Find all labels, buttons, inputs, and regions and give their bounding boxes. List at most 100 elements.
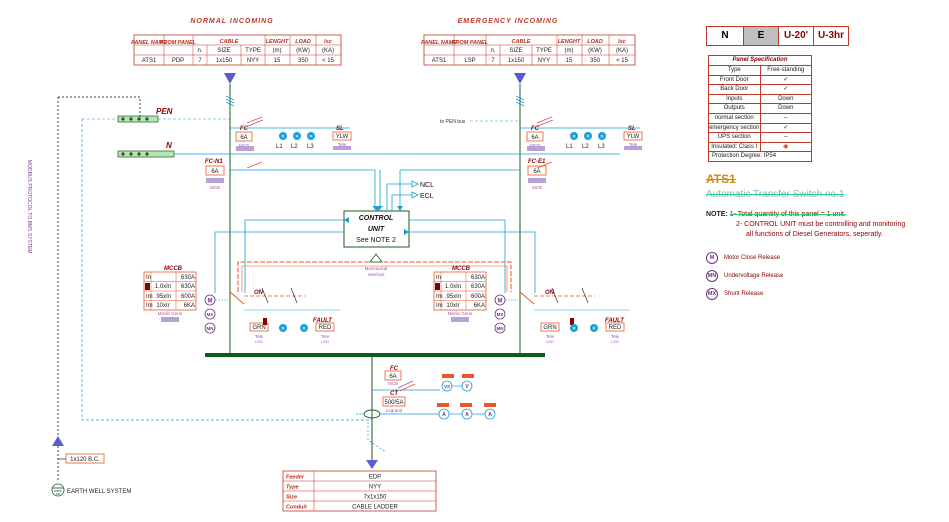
sub-size: SIZE — [217, 48, 230, 54]
earth-well-label: EARTH WELL SYSTEM — [67, 489, 131, 495]
panel-spec-key: Front Door — [719, 76, 749, 83]
note-2b: all functions of Diesel Generators, sepe… — [746, 231, 883, 238]
mccb-r-r0-v: 630A — [471, 275, 485, 281]
out-v2: 7x1x150 — [364, 495, 387, 501]
normal-panel-name: ATS1 — [142, 58, 157, 64]
panel-spec-value: Down — [759, 94, 812, 104]
panel-spec-key: normal section — [714, 114, 754, 121]
normal-length: 15 — [274, 58, 281, 64]
out-k2: Size — [286, 495, 297, 501]
main-busbar — [205, 353, 545, 357]
ats-title: ATS1 — [706, 172, 736, 186]
meter-a1: A — [442, 412, 446, 418]
fc-left-rating: 6A — [240, 135, 247, 141]
e-hdr-isc: Isc — [618, 39, 626, 45]
fce1-sub: MCB — [532, 185, 542, 190]
right-sym-m: M — [498, 299, 503, 305]
normal-isc: < 15 — [322, 58, 335, 64]
note-2: 2- CONTROL UNIT must be controlling and … — [736, 221, 906, 228]
mccb-right: MCCB In 630A Ir 1.0xIn 630A Im .95xIn 60… — [433, 266, 487, 322]
symbol-legend-icon: MX — [706, 288, 718, 300]
lamp-r1: ✕ L1 — [566, 132, 578, 150]
sl-right-value: YLW — [627, 134, 640, 140]
e-hdr-length: LENGHT — [558, 39, 581, 45]
left-on-name: ON — [254, 290, 264, 296]
lamp-r1-label: L1 — [566, 144, 573, 150]
hdr-isc: Isc — [324, 39, 332, 45]
mccb-r-r1-k: Ir — [436, 284, 440, 290]
ct-ratio: 500/5A — [384, 400, 403, 406]
mccb-r-r1-m: 1.0xIn — [445, 284, 461, 290]
control-unit-line2: UNIT — [368, 226, 385, 233]
pen-bar: PEN to PEN bus — [82, 107, 520, 125]
panel-spec-row: Outputs Down — [709, 103, 811, 113]
e-sub-ka: (KA) — [616, 48, 628, 54]
panel-spec-row: Protection Degree: IP54 — [709, 151, 811, 161]
lamp-r2: ✕ L2 — [582, 132, 592, 150]
e-sub-kw: (KW) — [588, 48, 602, 54]
mccb-r-r3-k: Im — [436, 303, 443, 309]
symbol-legend-text: Shunt Release — [724, 291, 764, 297]
emergency-load: 350 — [590, 58, 601, 64]
panel-spec-value: – — [759, 113, 812, 123]
left-sym-mx: MX — [207, 312, 214, 317]
bc-label: 1x120 B.C. — [70, 457, 100, 463]
emergency-size: 1x150 — [508, 58, 525, 64]
incoming-arrow-icon — [224, 73, 236, 84]
ct-name: CT — [390, 391, 399, 397]
control-unit-note: See NOTE 2 — [356, 237, 396, 244]
sub-ka: (KA) — [322, 48, 334, 54]
svg-text:✕: ✕ — [592, 326, 596, 332]
mccb-r-r3-m: 10xIr — [446, 303, 459, 309]
mccb-l-r2-v: 600A — [181, 294, 195, 300]
left-sym-m: M — [208, 299, 213, 305]
pen-label: PEN — [156, 107, 173, 116]
interlock-line1: Mechanical — [365, 266, 388, 271]
mccb-l-r3-v: 6KA — [184, 303, 195, 309]
fc-left-branch: FC 6A MCB ✕ L1 ✕ L2 ✕ L3 SL YLW Tele — [230, 116, 352, 150]
out-k3: Conduit — [286, 505, 308, 511]
out-v0: EDP — [369, 475, 381, 481]
modbus-label: MODBUS PROTOCOL TO BMS SYSTEM — [26, 160, 32, 253]
mccb-r-r2-k: Im — [436, 294, 443, 300]
lamp-r3: ✕ L3 — [598, 132, 606, 150]
panel-spec-value: ✓ — [759, 75, 812, 85]
fc-right-branch: FC 6A MCB ✕ L1 ✕ L2 ✕ L3 SL YLW Tele — [520, 116, 643, 150]
symbol-legend-text: Undervoltage Release — [724, 273, 784, 279]
sub-type: TYPE — [245, 48, 261, 54]
fc-bottom-rating: 6A — [389, 374, 396, 380]
emergency-isc: < 15 — [616, 58, 629, 64]
panel-spec-row: Inputs Down — [709, 93, 812, 104]
lamp-l3-label: L3 — [307, 144, 314, 150]
panel-spec-key: Protection Degree: IP54 — [712, 153, 777, 160]
hdr-from-panel: FROM PANEL — [160, 40, 197, 46]
left-fault-value: RED — [319, 325, 332, 331]
emergency-length: 15 — [566, 58, 573, 64]
lamp-l1-label: L1 — [276, 144, 283, 150]
mccb-l-r0-v: 630A — [181, 275, 195, 281]
out-v1: NYY — [369, 485, 381, 491]
normal-size: 1x150 — [216, 58, 233, 64]
mccb-right-title: MCCB — [452, 266, 471, 272]
panel-spec-row: emergency section ✓ — [709, 122, 811, 133]
emergency-incoming-block: EMERGENCY INCOMING PANEL NAME FROM PANEL… — [421, 18, 636, 66]
sub-kw: (KW) — [296, 48, 310, 54]
sub-n: n. — [197, 48, 202, 54]
svg-text:✕: ✕ — [281, 134, 285, 140]
panel-spec-key: Insulated: Class I — [711, 143, 758, 150]
fc-right-rating: 6A — [531, 135, 538, 141]
right-on-value: GRN — [543, 325, 556, 331]
panel-spec-row: normal section – — [709, 112, 812, 123]
symbol-legend: M Motor Close Release MN Undervoltage Relea… — [706, 252, 942, 300]
panel-spec-value: – — [759, 133, 812, 142]
fcn1-name: FC-N1 — [205, 159, 223, 165]
mccb-left-title: MCCB — [164, 266, 183, 272]
incoming-arrow-icon — [514, 73, 526, 84]
fc-right-name: FC — [531, 126, 540, 132]
outgoing-arrow-icon — [366, 460, 378, 469]
mccb-l-r0-k: In — [146, 275, 151, 281]
mccb-r-r2-m: .95xIn — [445, 294, 461, 300]
mccb-left: MCCB In 630A Ir 1.0xIn 630A Im .95xIn 60… — [143, 266, 197, 322]
legend-emergency: E — [743, 26, 779, 46]
mccb-l-r1-k: Ir — [146, 284, 150, 290]
